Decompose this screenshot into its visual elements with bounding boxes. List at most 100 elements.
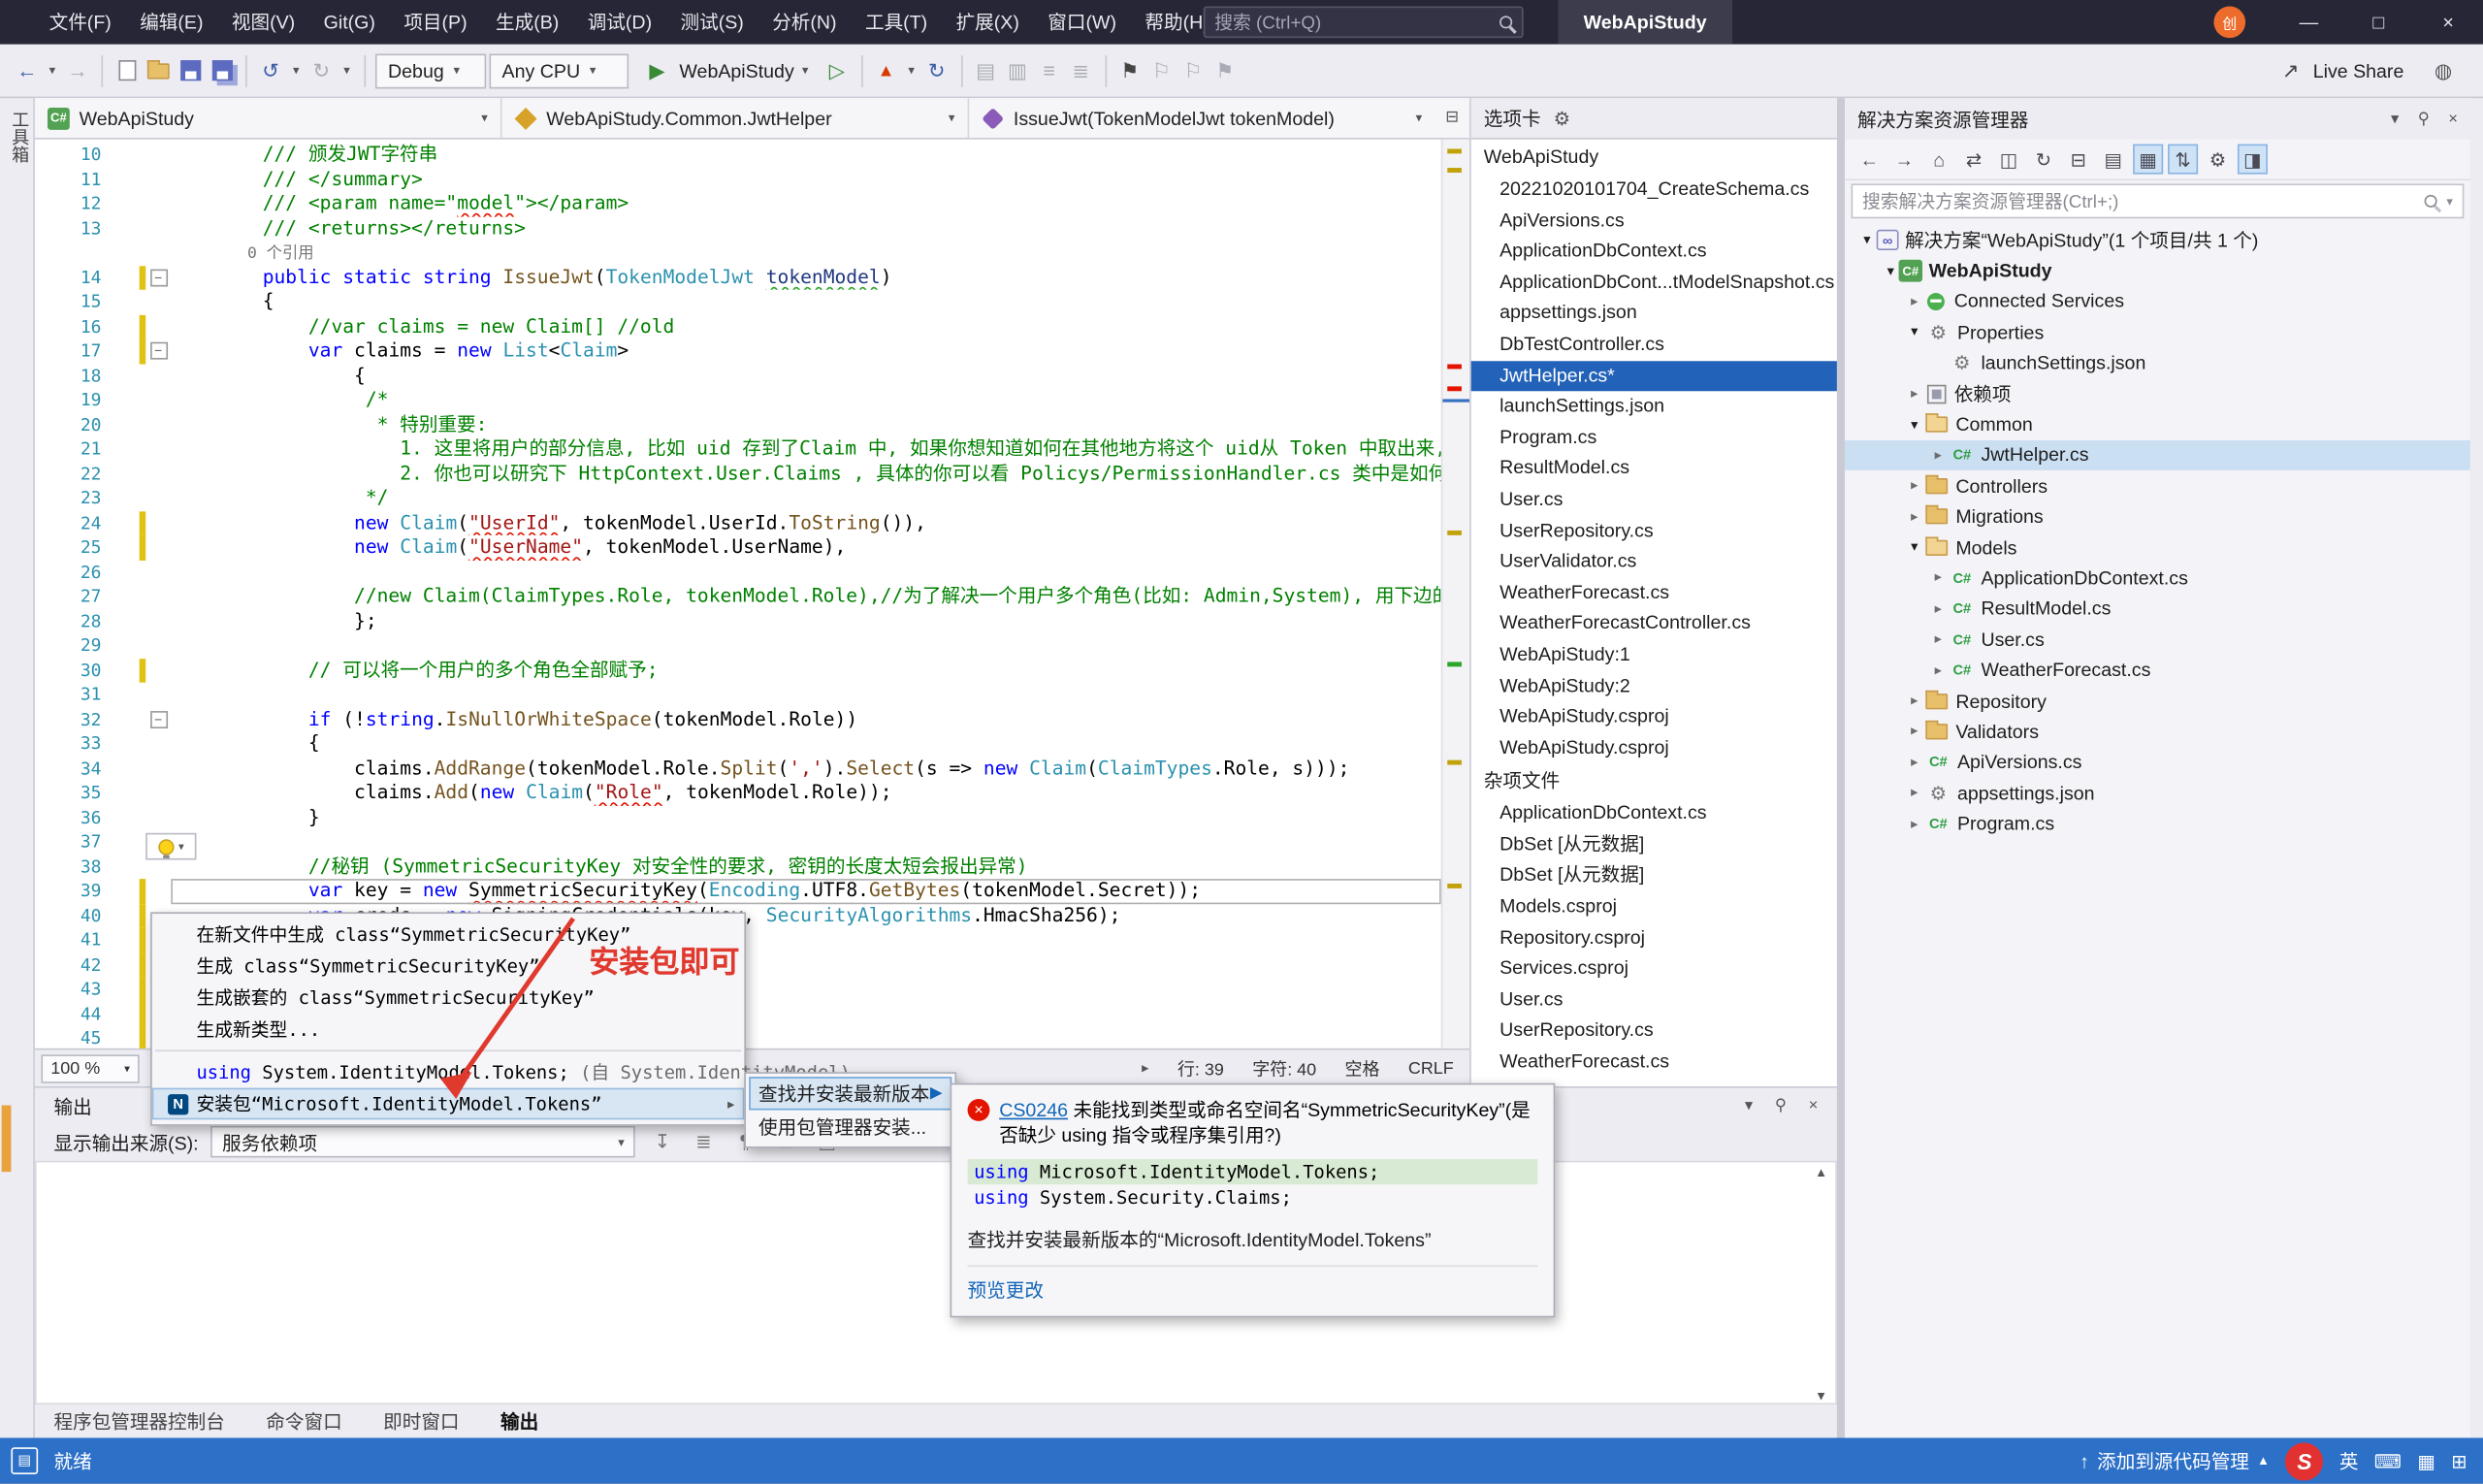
expander-icon[interactable]: ▸	[1905, 508, 1924, 526]
pin-icon[interactable]: ⚲	[1775, 1097, 1787, 1114]
code-line[interactable]: 37	[35, 830, 1441, 855]
undo-icon[interactable]: ↺	[256, 53, 284, 88]
tab-item[interactable]: ApplicationDbCont...tModelSnapshot.cs	[1471, 268, 1837, 299]
tree-item[interactable]: ▾Common	[1845, 409, 2470, 440]
menu-item[interactable]: 分析(N)	[758, 0, 852, 45]
code-line[interactable]: 14 public static string IssueJwt(TokenMo…	[35, 265, 1441, 289]
tree-item[interactable]: ▸C#Program.cs	[1845, 808, 2470, 839]
bookmark-next-icon[interactable]: ⚐	[1179, 53, 1208, 88]
quick-action-item[interactable]: using System.IdentityModel.Tokens; (自 Sy…	[152, 1056, 745, 1088]
code-line[interactable]: 32 if (!string.IsNullOrWhiteSpace(tokenM…	[35, 707, 1441, 731]
properties-icon[interactable]: ▤	[2098, 145, 2128, 175]
scroll-up-icon[interactable]: ▲	[1815, 1166, 1827, 1180]
expander-icon[interactable]: ▸	[1905, 477, 1924, 495]
code-line[interactable]: 26	[35, 560, 1441, 584]
preview-selected-items-icon[interactable]: ◨	[2238, 145, 2268, 175]
open-file-icon[interactable]	[145, 53, 173, 88]
tree-item[interactable]: ▸C#User.cs	[1845, 624, 2470, 655]
code-line[interactable]: 29	[35, 633, 1441, 658]
expander-icon[interactable]: ▾	[1905, 416, 1924, 434]
tab-item[interactable]: Services.csproj	[1471, 953, 1837, 984]
code-line[interactable]: 21 1. 这里将用户的部分信息, 比如 uid 存到了Claim 中, 如果你…	[35, 437, 1441, 462]
show-all-files-icon[interactable]: ▦	[2133, 145, 2163, 175]
submenu-item[interactable]: 查找并安装最新版本▶	[749, 1077, 951, 1110]
tab-item[interactable]: 20221020101704_CreateSchema.cs	[1471, 175, 1837, 206]
background-tasks-icon[interactable]: ▤	[11, 1447, 38, 1474]
tree-item[interactable]: ▸Repository	[1845, 686, 2470, 717]
code-line[interactable]: 33 {	[35, 731, 1441, 756]
output-content[interactable]: ▲ ▼	[35, 1161, 1837, 1404]
feedback-icon[interactable]: ◍	[2429, 53, 2457, 88]
gear-icon[interactable]: ⚙	[1554, 107, 1571, 129]
tab-item[interactable]: User.cs	[1471, 984, 1837, 1016]
refresh-icon[interactable]: ↻	[2028, 145, 2058, 175]
tab-item[interactable]: DbSet [从元数据]	[1471, 829, 1837, 860]
tab-item[interactable]: User.cs	[1471, 484, 1837, 515]
expander-icon[interactable]: ▸	[1905, 693, 1924, 710]
menu-item[interactable]: 生成(B)	[481, 0, 573, 45]
tree-item[interactable]: ▸C#ResultModel.cs	[1845, 594, 2470, 625]
maximize-button[interactable]: □	[2343, 0, 2413, 45]
code-line[interactable]: 0 个引用	[35, 241, 1441, 265]
navigate-back-icon[interactable]: ←	[13, 53, 41, 88]
codelens-references[interactable]: 0 个引用	[171, 245, 313, 263]
start-without-debugging-icon[interactable]: ▷	[822, 53, 851, 88]
code-line[interactable]: 35 claims.Add(new Claim("Role", tokenMod…	[35, 781, 1441, 805]
code-line[interactable]: 13 /// <returns></returns>	[35, 216, 1441, 241]
fold-marker-icon[interactable]	[145, 707, 171, 731]
tab-item[interactable]: ApplicationDbContext.cs	[1471, 237, 1837, 268]
menu-item[interactable]: 窗口(W)	[1034, 0, 1131, 45]
new-file-icon[interactable]	[113, 53, 141, 88]
tree-item[interactable]: ▸Connected Services	[1845, 286, 2470, 317]
message-list-icon[interactable]: ≣	[690, 1127, 718, 1155]
code-line[interactable]: 20 * 特别重要:	[35, 412, 1441, 436]
tab-item[interactable]: WebApiStudy:2	[1471, 670, 1837, 701]
navigate-to-icon[interactable]: ▥	[1003, 53, 1031, 88]
tab-item[interactable]: appsettings.json	[1471, 299, 1837, 330]
solution-explorer-search[interactable]: 搜索解决方案资源管理器(Ctrl+;) ▾	[1852, 183, 2465, 218]
expander-icon[interactable]: ▸	[1929, 569, 1949, 587]
bookmark-prev-icon[interactable]: ⚐	[1147, 53, 1176, 88]
toolbox-tab[interactable]: 工具箱	[7, 98, 32, 163]
menu-item[interactable]: 视图(V)	[217, 0, 309, 45]
expander-icon[interactable]: ▾	[1905, 324, 1924, 341]
goto-message-icon[interactable]: ↧	[648, 1127, 676, 1155]
tree-item[interactable]: ▸C#JwtHelper.cs	[1845, 439, 2470, 470]
menu-item[interactable]: 扩展(X)	[942, 0, 1034, 45]
expander-icon[interactable]: ▾	[1905, 538, 1924, 556]
split-window-icon[interactable]: ⊟	[1435, 98, 1469, 138]
error-popup-suggestion[interactable]: 查找并安装最新版本的“Microsoft.IdentityModel.Token…	[968, 1226, 1538, 1253]
tree-item[interactable]: ▸Validators	[1845, 716, 2470, 747]
bottom-panel-tab[interactable]: 命令窗口	[266, 1407, 341, 1435]
expander-icon[interactable]: ▸	[1929, 446, 1949, 464]
quick-actions-lightbulb[interactable]: ▾	[145, 833, 196, 860]
tab-item[interactable]: WeatherForecast.cs	[1471, 577, 1837, 608]
grid-icon[interactable]: ⊞	[2451, 1450, 2467, 1472]
scroll-right-icon[interactable]: ▸	[1142, 1059, 1148, 1077]
hot-reload-icon[interactable]: ▲	[872, 53, 900, 88]
tab-item[interactable]: WeatherForecastController.cs	[1471, 608, 1837, 639]
spaces-indicator[interactable]: 空格	[1345, 1055, 1380, 1081]
expander-icon[interactable]: ▸	[1929, 630, 1949, 648]
tree-item[interactable]: ▸Migrations	[1845, 501, 2470, 532]
back-icon[interactable]: ←	[1854, 145, 1885, 175]
tree-item[interactable]: ▸依赖项	[1845, 378, 2470, 409]
keyboard-icon[interactable]: ⌨	[2374, 1450, 2402, 1472]
fold-marker-icon[interactable]	[145, 339, 171, 363]
save-all-icon[interactable]	[208, 53, 236, 88]
forward-icon[interactable]: →	[1889, 145, 1919, 175]
expander-icon[interactable]: ▸	[1905, 815, 1924, 832]
tab-item[interactable]: JwtHelper.cs*	[1471, 361, 1837, 392]
expander-icon[interactable]: ▸	[1905, 385, 1924, 403]
remote-tool-badge[interactable]: S	[2285, 1442, 2323, 1480]
scroll-down-icon[interactable]: ▼	[1815, 1389, 1827, 1403]
wrench-icon[interactable]: ⚙	[2203, 145, 2233, 175]
minimize-button[interactable]: —	[2273, 0, 2343, 45]
save-icon[interactable]	[176, 53, 204, 88]
expander-icon[interactable]: ▸	[1929, 600, 1949, 618]
quick-action-item[interactable]: 生成新类型...	[152, 1014, 745, 1046]
live-share-button[interactable]: ↗ Live Share	[2276, 53, 2403, 88]
close-panel-icon[interactable]: ×	[2448, 110, 2458, 127]
right-edge-scrollbar[interactable]	[2470, 98, 2483, 1437]
code-line[interactable]: 36 }	[35, 805, 1441, 829]
